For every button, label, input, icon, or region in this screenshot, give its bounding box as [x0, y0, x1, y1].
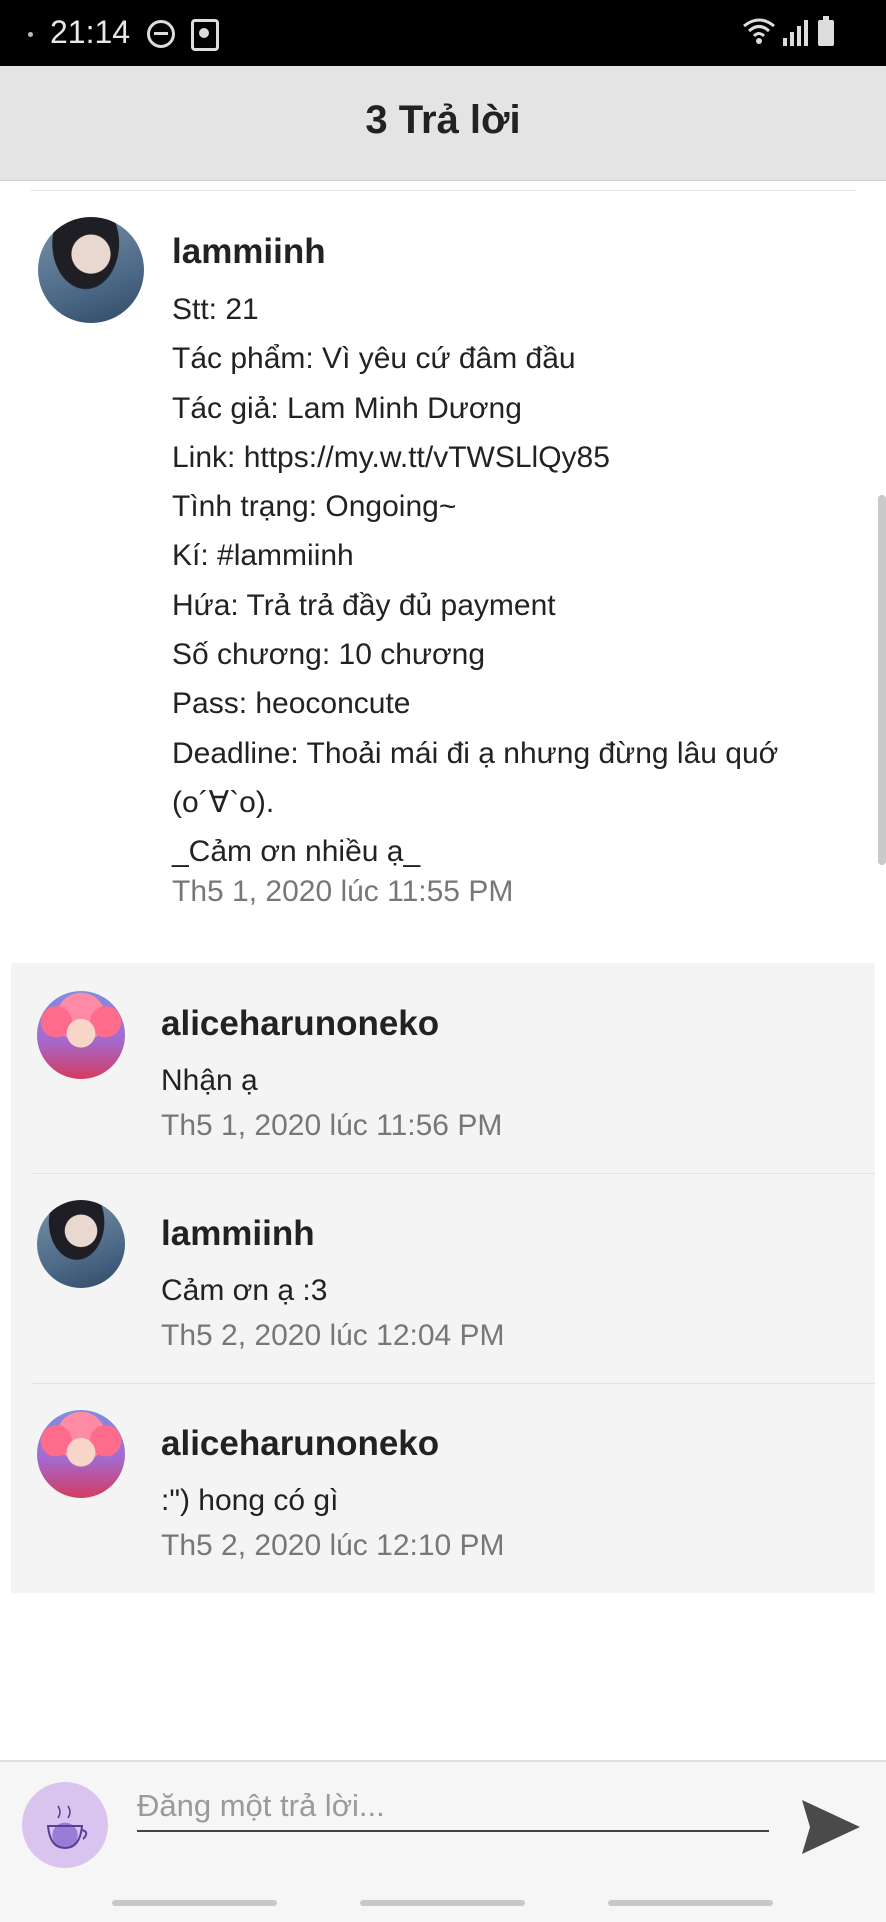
post-line: Số chương: 10 chương [172, 638, 486, 672]
nav-home-button[interactable] [360, 1900, 525, 1906]
post-link[interactable]: Link: https://my.w.tt/vTWSLlQy85 [172, 433, 852, 482]
post-line: (o´∀`o). [172, 785, 275, 819]
post-line: Stt: 21 [172, 293, 259, 326]
dnd-icon [147, 20, 175, 48]
status-bar: 21:14 [0, 0, 886, 66]
reply-list: aliceharunoneko Nhận ạ Th5 1, 2020 lúc 1… [11, 963, 875, 1593]
post-line: Pass: heoconcute [172, 687, 411, 721]
send-icon[interactable] [800, 1798, 862, 1856]
post-line: Tình trạng: Ongoing~ [172, 490, 457, 524]
notification-dot [28, 32, 33, 37]
teacup-icon [46, 1805, 88, 1850]
reply-username[interactable]: lammiinh [161, 1214, 315, 1254]
reply-text: Cảm ơn ạ :3 [161, 1274, 328, 1307]
reply-text: :") hong có gì [161, 1484, 339, 1517]
divider [31, 1173, 875, 1174]
header: 3 Trả lời [0, 66, 886, 181]
wifi-icon [743, 18, 775, 44]
post-timestamp: Th5 1, 2020 lúc 11:55 PM [172, 875, 514, 908]
reply-text: Nhận ạ [161, 1064, 258, 1097]
signal-icon [783, 20, 808, 46]
avatar[interactable] [38, 217, 144, 323]
reply-composer [0, 1760, 886, 1922]
nav-back-button[interactable] [608, 1900, 773, 1906]
avatar[interactable] [37, 991, 125, 1079]
post-line: _Cảm ơn nhiều ạ_ [172, 835, 421, 869]
reply-timestamp: Th5 1, 2020 lúc 11:56 PM [161, 1109, 503, 1142]
post-line: Tác giả: Lam Minh Dương [172, 391, 522, 425]
post-username[interactable]: lammiinh [172, 232, 326, 272]
app-icon [191, 19, 219, 51]
battery-icon [818, 16, 834, 46]
reply-username[interactable]: aliceharunoneko [161, 1424, 439, 1464]
divider [31, 1383, 875, 1384]
post-line: Kí: #lammiinh [172, 539, 354, 573]
reply-timestamp: Th5 2, 2020 lúc 12:10 PM [161, 1529, 505, 1562]
reply-input[interactable] [137, 1782, 769, 1832]
reply-timestamp: Th5 2, 2020 lúc 12:04 PM [161, 1319, 505, 1352]
avatar[interactable] [37, 1410, 125, 1498]
post-line: Deadline: Thoải mái đi ạ nhưng đừng lâu … [172, 736, 779, 770]
current-user-avatar [22, 1782, 108, 1868]
post-line: Tác phẩm: Vì yêu cứ đâm đầu [172, 342, 576, 376]
status-time: 21:14 [50, 14, 131, 50]
page-title: 3 Trả lời [365, 98, 521, 142]
nav-recents-button[interactable] [112, 1900, 277, 1906]
post-line: Hứa: Trả trả đầy đủ payment [172, 588, 556, 622]
scrollbar[interactable] [878, 495, 886, 865]
avatar[interactable] [37, 1200, 125, 1288]
post-body: Stt: 21 Tác phẩm: Vì yêu cứ đâm đầu Tác … [172, 285, 852, 877]
divider [30, 190, 856, 191]
reply-username[interactable]: aliceharunoneko [161, 1004, 439, 1044]
